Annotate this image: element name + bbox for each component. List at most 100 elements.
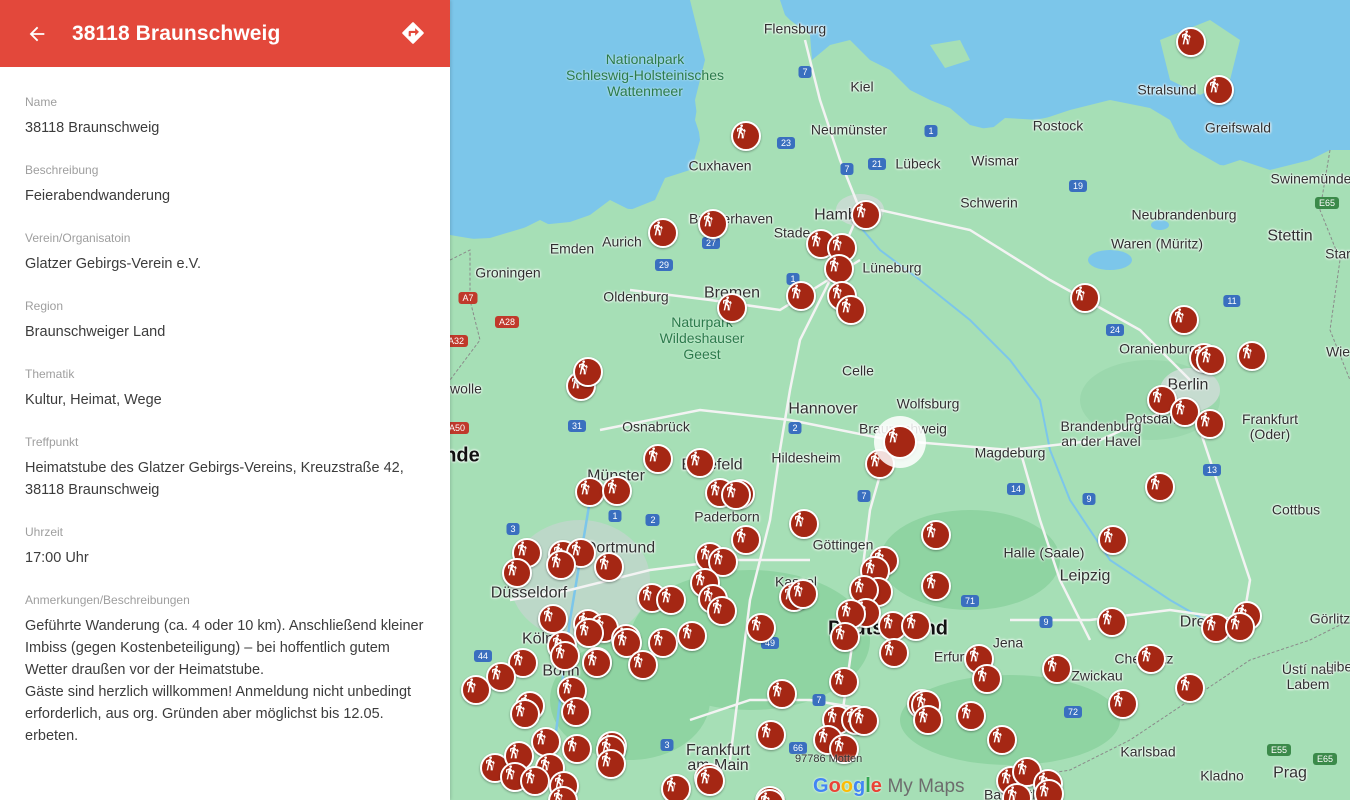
map-canvas[interactable]: Flensburg Kiel Neumünster Lübeck Wismar Rosto… xyxy=(450,0,1350,800)
hiking-marker[interactable] xyxy=(1097,607,1127,637)
hiking-icon xyxy=(773,682,782,697)
hiking-marker[interactable] xyxy=(1042,654,1072,684)
hiking-icon xyxy=(919,708,928,723)
hiking-marker[interactable] xyxy=(901,611,931,641)
hiking-marker[interactable] xyxy=(643,444,673,474)
hiking-marker[interactable] xyxy=(685,448,715,478)
hiking-marker[interactable] xyxy=(1176,27,1206,57)
hiking-marker[interactable] xyxy=(1237,341,1267,371)
hiking-marker[interactable] xyxy=(1108,689,1138,719)
hiking-marker[interactable] xyxy=(1175,673,1205,703)
hiking-marker[interactable] xyxy=(824,254,854,284)
hiking-icon xyxy=(1243,344,1252,359)
hiking-marker[interactable] xyxy=(520,766,550,796)
place-label-jena: Jena xyxy=(992,634,1024,651)
hiking-marker[interactable] xyxy=(546,550,576,580)
hiking-marker[interactable] xyxy=(661,774,691,800)
hiking-marker[interactable] xyxy=(582,648,612,678)
hiking-marker[interactable] xyxy=(1196,345,1226,375)
hiking-marker-selected[interactable] xyxy=(883,425,917,459)
hiking-icon xyxy=(836,625,845,640)
hiking-marker[interactable] xyxy=(698,209,728,239)
hiking-marker[interactable] xyxy=(550,641,580,671)
hiking-marker[interactable] xyxy=(677,621,707,651)
hiking-marker[interactable] xyxy=(1225,612,1255,642)
hiking-marker[interactable] xyxy=(731,525,761,555)
hiking-marker[interactable] xyxy=(789,509,819,539)
hiking-marker[interactable] xyxy=(1204,75,1234,105)
hiking-marker[interactable] xyxy=(717,293,747,323)
hiking-marker[interactable] xyxy=(1070,283,1100,313)
hiking-marker[interactable] xyxy=(538,604,568,634)
hiking-icon xyxy=(704,212,713,227)
hiking-marker[interactable] xyxy=(956,701,986,731)
hiking-icon xyxy=(1142,647,1151,662)
place-label-star: Star xyxy=(1325,245,1350,262)
hiking-marker[interactable] xyxy=(851,200,881,230)
hiking-icon xyxy=(526,769,535,784)
hiking-marker[interactable] xyxy=(574,618,604,648)
hiking-marker[interactable] xyxy=(1195,409,1225,439)
place-label-zwickau: Zwickau xyxy=(1071,667,1123,684)
road-shield: 7 xyxy=(857,490,871,502)
hiking-marker[interactable] xyxy=(561,697,591,727)
place-label-duesseldorf: Düsseldorf xyxy=(490,584,568,602)
hiking-marker[interactable] xyxy=(767,679,797,709)
place-label-nde: nde xyxy=(450,444,480,467)
directions-icon[interactable] xyxy=(400,20,426,46)
hiking-icon xyxy=(907,614,916,629)
hiking-icon xyxy=(510,744,519,759)
hiking-icon xyxy=(683,624,692,639)
hiking-marker[interactable] xyxy=(786,281,816,311)
hiking-marker[interactable] xyxy=(849,706,879,736)
hiking-marker[interactable] xyxy=(788,579,818,609)
hiking-marker[interactable] xyxy=(921,520,951,550)
place-label-neumuenster: Neumünster xyxy=(810,121,888,138)
place-label-greifswald: Greifswald xyxy=(1204,119,1272,136)
hiking-marker[interactable] xyxy=(1169,305,1199,335)
hiking-marker[interactable] xyxy=(602,476,632,506)
hiking-icon xyxy=(1151,475,1160,490)
hiking-marker[interactable] xyxy=(510,699,540,729)
hiking-marker[interactable] xyxy=(461,675,491,705)
road-shield: 2 xyxy=(646,514,660,526)
hiking-marker[interactable] xyxy=(830,622,860,652)
hiking-marker[interactable] xyxy=(987,725,1017,755)
hiking-marker[interactable] xyxy=(1136,644,1166,674)
hiking-marker[interactable] xyxy=(731,121,761,151)
hiking-icon xyxy=(1040,782,1049,797)
hiking-icon xyxy=(1153,388,1162,403)
hiking-marker[interactable] xyxy=(648,218,678,248)
hiking-icon xyxy=(667,777,676,792)
arrow-back-icon[interactable] xyxy=(22,19,52,49)
hiking-marker[interactable] xyxy=(746,613,776,643)
hiking-marker[interactable] xyxy=(829,667,859,697)
hiking-marker[interactable] xyxy=(707,596,737,626)
hiking-marker[interactable] xyxy=(575,477,605,507)
hiking-marker[interactable] xyxy=(656,585,686,615)
hiking-icon xyxy=(518,541,527,556)
road-shield: 11 xyxy=(1223,295,1241,307)
hiking-marker[interactable] xyxy=(721,480,751,510)
hiking-marker[interactable] xyxy=(756,720,786,750)
hiking-marker[interactable] xyxy=(502,558,532,588)
hiking-marker[interactable] xyxy=(695,766,725,796)
page-title: 38118 Braunschweig xyxy=(72,21,281,45)
hiking-marker[interactable] xyxy=(836,295,866,325)
hiking-icon xyxy=(830,257,839,272)
place-label-leipzig: Leipzig xyxy=(1059,567,1111,585)
hiking-marker[interactable] xyxy=(628,650,658,680)
hiking-marker[interactable] xyxy=(562,734,592,764)
hiking-marker[interactable] xyxy=(921,571,951,601)
hiking-marker[interactable] xyxy=(596,749,626,779)
hiking-marker[interactable] xyxy=(1145,472,1175,502)
hiking-icon xyxy=(1210,78,1219,93)
field-0: Name 38118 Braunschweig xyxy=(25,95,425,139)
hiking-marker[interactable] xyxy=(972,664,1002,694)
hiking-marker[interactable] xyxy=(879,638,909,668)
hiking-marker[interactable] xyxy=(913,705,943,735)
hiking-marker[interactable] xyxy=(594,552,624,582)
place-label-goerlitz: Görlitz xyxy=(1309,610,1350,627)
hiking-marker[interactable] xyxy=(573,357,603,387)
hiking-marker[interactable] xyxy=(1098,525,1128,555)
